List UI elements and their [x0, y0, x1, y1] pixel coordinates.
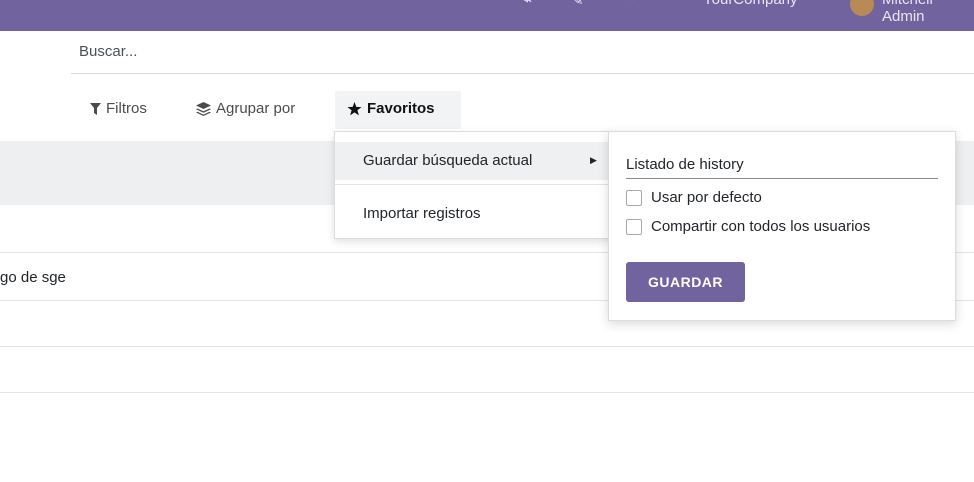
checkbox-box[interactable]: [626, 189, 642, 206]
save-search-panel: Listado de history Usar por defecto Comp…: [608, 131, 956, 321]
checkbox-box[interactable]: [626, 218, 642, 235]
favorites-button[interactable]: Favoritos: [347, 100, 435, 117]
group-by-label: Agrupar por: [216, 100, 296, 117]
filter-name-input[interactable]: Listado de history: [626, 156, 938, 179]
row-divider: [0, 346, 974, 347]
caret-right-icon: ▶: [590, 155, 597, 165]
list-row-text[interactable]: go de sge: [0, 269, 66, 286]
use-default-checkbox[interactable]: Usar por defecto: [626, 189, 762, 206]
use-default-label: Usar por defecto: [651, 189, 762, 206]
save-button[interactable]: GUARDAR: [626, 262, 745, 302]
favorites-dropdown: Guardar búsqueda actual ▶ Importar regis…: [334, 131, 613, 239]
share-all-users-checkbox[interactable]: Compartir con todos los usuarios: [626, 218, 870, 235]
user-menu[interactable]: Mitchell Admin: [882, 0, 974, 25]
search-underline: [71, 73, 974, 74]
favorites-label: Favoritos: [367, 100, 435, 117]
search-input[interactable]: Buscar...: [79, 43, 137, 60]
import-records-item[interactable]: Importar registros: [363, 205, 481, 222]
group-by-button[interactable]: Agrupar por: [196, 100, 295, 117]
topbar-icon-1[interactable]: ⌁: [523, 0, 532, 9]
menu-divider: [335, 184, 612, 185]
top-navbar: ⌁ ✎ ◔ YourCompany Mitchell Admin: [0, 0, 974, 31]
chat-icon[interactable]: ✎: [571, 0, 584, 9]
filters-label: Filtros: [106, 100, 147, 117]
row-divider: [0, 392, 974, 393]
clock-icon[interactable]: ◔: [626, 0, 635, 8]
filters-button[interactable]: Filtros: [90, 100, 147, 117]
company-switcher[interactable]: YourCompany: [703, 0, 798, 8]
user-avatar[interactable]: [850, 0, 874, 16]
star-icon: [347, 101, 362, 116]
filter-icon: [90, 102, 101, 115]
layers-icon: [196, 101, 211, 116]
share-all-users-label: Compartir con todos los usuarios: [651, 218, 871, 235]
save-current-search-label[interactable]: Guardar búsqueda actual: [363, 152, 532, 169]
